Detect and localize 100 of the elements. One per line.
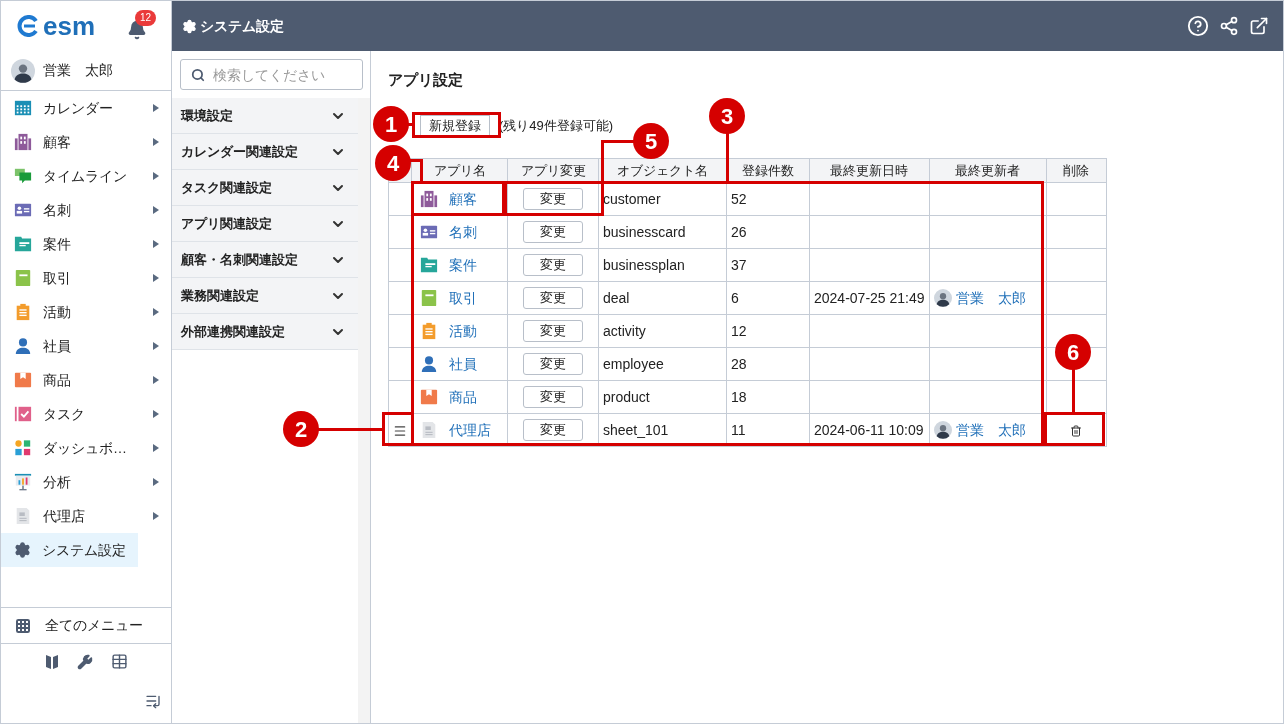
callout-marker: 1 (373, 106, 409, 142)
new-registration-button[interactable]: 新規登録 (420, 115, 490, 137)
callout-marker: 3 (709, 98, 745, 134)
notebook-icon (420, 289, 438, 307)
collapse-sidebar-icon[interactable] (145, 693, 161, 709)
settings-icon (182, 18, 197, 34)
page-title: アプリ設定 (388, 70, 464, 90)
logo-mark-icon (17, 15, 39, 37)
app-name-link[interactable]: 名刺 (449, 221, 477, 243)
change-button[interactable]: 変更 (523, 188, 583, 210)
app-name-link[interactable]: 案件 (449, 254, 477, 276)
count-cell: 18 (726, 380, 810, 414)
count-cell: 37 (726, 248, 810, 282)
object-name-cell: employee (598, 347, 727, 381)
nav-item[interactable]: タスク (1, 397, 171, 431)
callout-marker: 6 (1055, 334, 1091, 370)
settings-group[interactable]: 外部連携関連設定 (172, 314, 358, 350)
change-button[interactable]: 変更 (523, 320, 583, 342)
settings-icon (14, 541, 31, 559)
settings-group[interactable]: 環境設定 (172, 98, 358, 134)
nav-item[interactable]: 案件 (1, 227, 171, 261)
nav-item[interactable]: 代理店 (1, 499, 171, 533)
nav-item[interactable]: カレンダー (1, 91, 171, 125)
count-cell: 6 (726, 281, 810, 315)
change-button[interactable]: 変更 (523, 353, 583, 375)
count-cell: 26 (726, 215, 810, 249)
settings-group[interactable]: タスク関連設定 (172, 170, 358, 206)
object-name-cell: deal (598, 281, 727, 315)
change-button[interactable]: 変更 (523, 386, 583, 408)
updated-at-text: 2024-07-25 21:49 (814, 289, 925, 306)
nav-item[interactable]: 活動 (1, 295, 171, 329)
settings-group[interactable]: アプリ関連設定 (172, 206, 358, 242)
nav-item[interactable]: 取引 (1, 261, 171, 295)
user-name[interactable]: 営業 太郎 (43, 60, 113, 81)
share-icon[interactable] (1219, 16, 1239, 36)
bookmark-shield-icon[interactable] (44, 653, 59, 670)
wrench-icon[interactable] (76, 653, 93, 670)
help-icon[interactable] (1187, 15, 1209, 37)
nav-item[interactable]: タイムライン (1, 159, 171, 193)
notification-badge: 12 (135, 10, 157, 26)
change-button[interactable]: 変更 (523, 287, 583, 309)
app-name-link[interactable]: 活動 (449, 320, 477, 342)
avatar (933, 289, 952, 307)
document-icon (14, 507, 32, 525)
change-button[interactable]: 変更 (523, 419, 583, 441)
object-name-cell: businesscard (598, 215, 727, 249)
avatar (11, 58, 35, 83)
nav-item[interactable]: 顧客 (1, 125, 171, 159)
clipboard-icon (420, 322, 438, 340)
building-icon (420, 190, 438, 208)
settings-group[interactable]: カレンダー関連設定 (172, 134, 358, 170)
callout-marker: 5 (633, 123, 669, 159)
contact-card-icon (14, 201, 32, 219)
app-name-link[interactable]: 取引 (449, 287, 477, 309)
column-header: 最終更新日時 (809, 158, 930, 183)
avatar (933, 421, 952, 439)
app-name-link[interactable]: 社員 (449, 353, 477, 375)
calendar-icon (14, 99, 32, 117)
all-menu-item[interactable]: 全てのメニュー (1, 607, 171, 643)
drag-handle-icon[interactable] (393, 423, 407, 438)
app-name-link[interactable]: 顧客 (449, 188, 477, 210)
app-name-link[interactable]: 商品 (449, 386, 477, 408)
object-name-cell: sheet_101 (598, 413, 727, 447)
box-icon (420, 388, 438, 406)
logo-text: esm (43, 13, 96, 39)
updated-at-text: 2024-06-11 10:09 (814, 421, 924, 438)
settings-group[interactable]: 顧客・名刺関連設定 (172, 242, 358, 278)
person-icon (420, 355, 438, 373)
delete-icon[interactable] (1070, 424, 1083, 437)
count-cell: 28 (726, 347, 810, 381)
callout-marker: 2 (283, 411, 319, 447)
nav-item[interactable]: ダッシュボ… (1, 431, 171, 465)
count-cell: 11 (726, 413, 810, 447)
search-icon (191, 68, 205, 82)
dashboard-icon (14, 439, 32, 457)
object-name-cell: product (598, 380, 727, 414)
document-icon (420, 421, 438, 439)
nav-item[interactable]: 社員 (1, 329, 171, 363)
nav-item[interactable]: 商品 (1, 363, 171, 397)
settings-group[interactable]: 業務関連設定 (172, 278, 358, 314)
box-icon (14, 371, 32, 389)
search-field[interactable]: 検索してください (180, 59, 363, 90)
nav-item[interactable]: 名刺 (1, 193, 171, 227)
nav-item[interactable]: 分析 (1, 465, 171, 499)
external-link-icon[interactable] (1249, 16, 1269, 36)
clipboard-icon (14, 303, 32, 321)
table-icon[interactable] (110, 653, 128, 670)
count-cell: 12 (726, 314, 810, 348)
leader-line (726, 133, 729, 182)
column-header: アプリ変更 (507, 158, 599, 183)
folder-icon (14, 235, 32, 253)
change-button[interactable]: 変更 (523, 221, 583, 243)
person-icon (14, 337, 32, 355)
change-button[interactable]: 変更 (523, 254, 583, 276)
leader-line (1072, 369, 1075, 413)
leader-line (318, 428, 383, 431)
callout-marker: 4 (375, 145, 411, 181)
nav-item[interactable]: システム設定 (1, 533, 138, 567)
object-name-cell: businessplan (598, 248, 727, 282)
grid-icon (15, 617, 31, 634)
